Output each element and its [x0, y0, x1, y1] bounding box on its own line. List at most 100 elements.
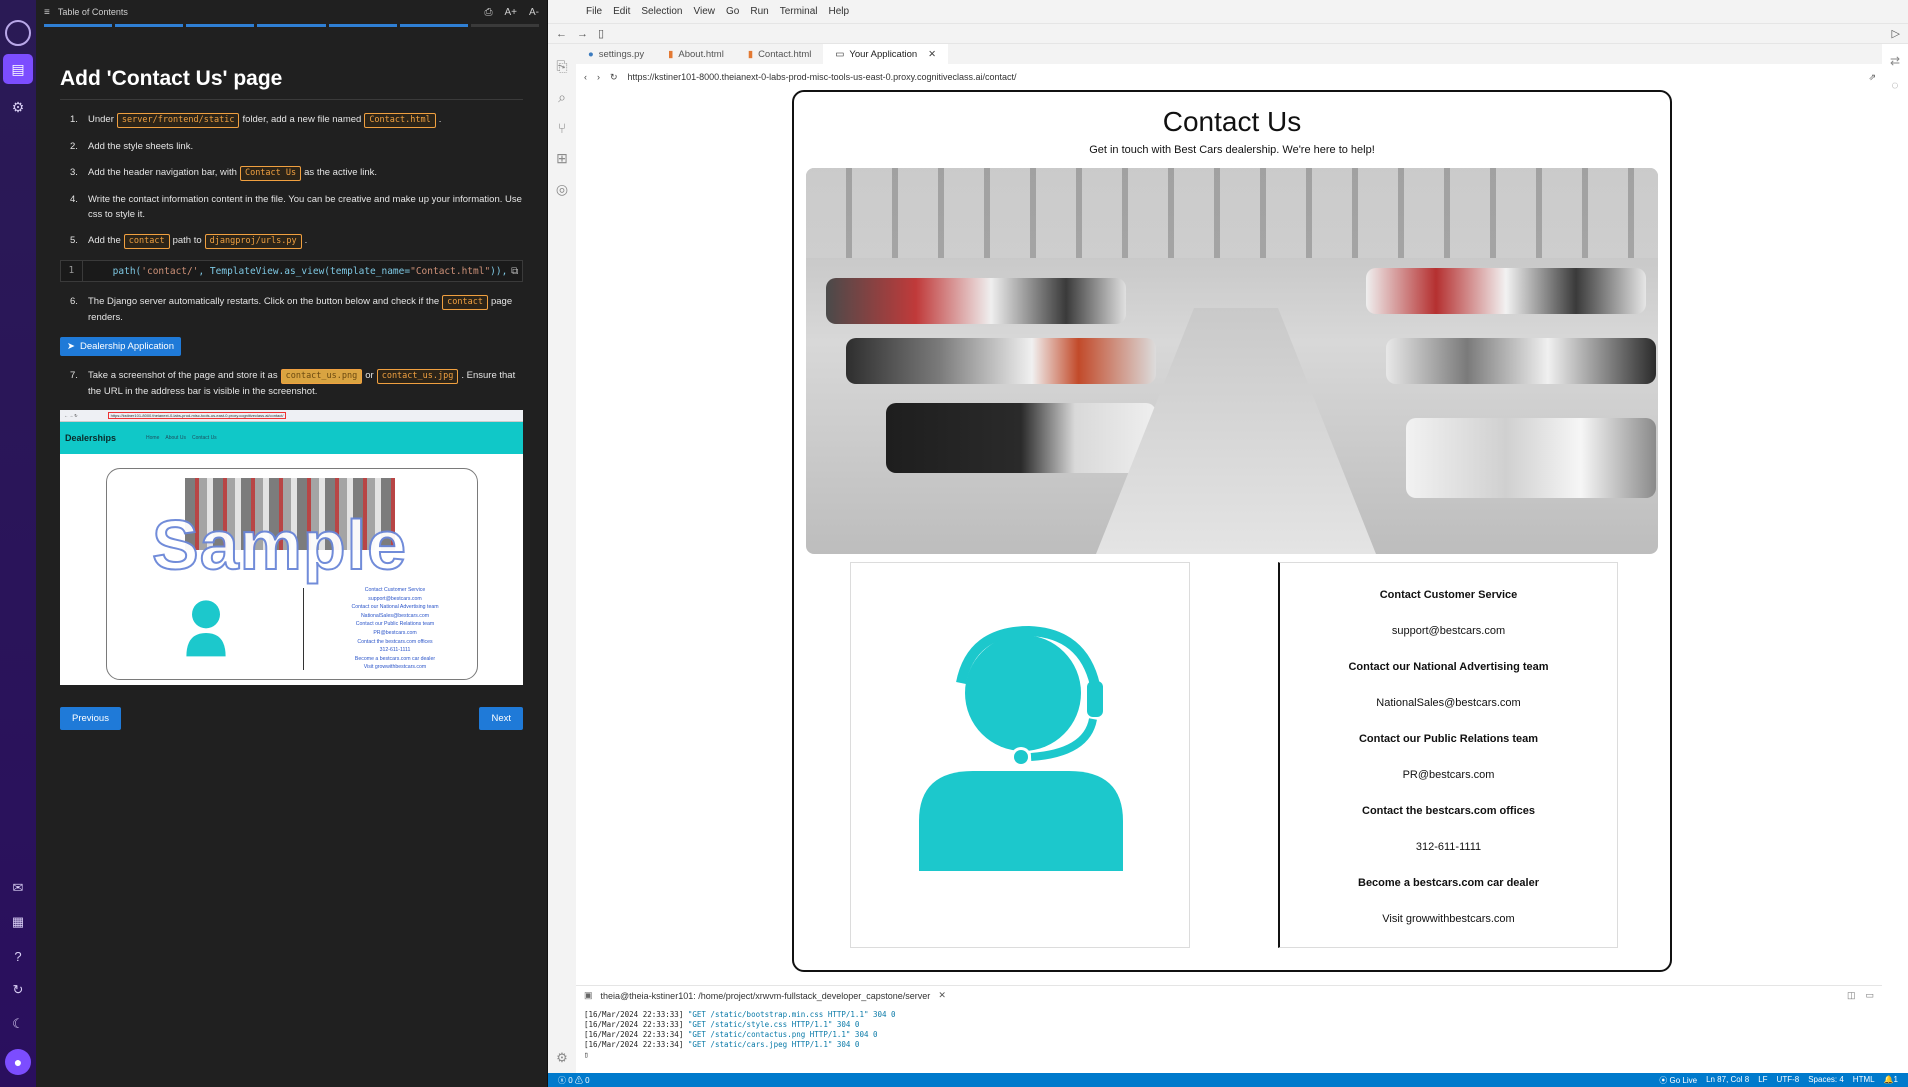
menu-edit[interactable]: Edit: [613, 6, 630, 17]
dealer-link-text: Visit growwithbestcars.com: [1382, 913, 1515, 925]
step-3: 3. Add the header navigation bar, with Co…: [70, 165, 523, 181]
preview-back-icon[interactable]: ‹: [584, 72, 587, 82]
explorer-icon[interactable]: ⎘: [556, 58, 567, 75]
cursor-position[interactable]: Ln 87, Col 8: [1706, 1075, 1749, 1086]
step-6: 6. The Django server automatically resta…: [70, 295, 513, 323]
skills-network-icon[interactable]: ◎: [556, 181, 568, 198]
maximize-panel-icon[interactable]: ▭: [1865, 990, 1874, 1001]
font-decrease-icon[interactable]: A-: [529, 7, 539, 18]
step-2: 2. Add the style sheets link.: [70, 141, 194, 152]
editor-tabs: ● settings.py ▮ About.html ▮ Contact.htm…: [576, 44, 1882, 64]
font-increase-icon[interactable]: A+: [504, 7, 517, 18]
search-icon[interactable]: ⌕: [558, 89, 566, 106]
step-4: 4. Write the contact information content …: [70, 194, 522, 220]
support-email: support@bestcars.com: [1391, 625, 1506, 637]
code-source[interactable]: path('contact/', TemplateView.as_view(te…: [83, 266, 508, 277]
menu-bar: File Edit Selection View Go Run Terminal…: [548, 0, 1908, 24]
status-bar: ⓧ 0 ⚠ 0 ⦿ Go Live Ln 87, Col 8 LF UTF-8 …: [548, 1073, 1908, 1087]
dealership-application-button[interactable]: ➤ Dealership Application: [60, 337, 181, 356]
code-inline: Contact Us: [239, 166, 302, 181]
activity-bar: ⎘ ⌕ ⑂ ⊞ ◎ ⚙: [548, 44, 576, 1074]
line-ending[interactable]: LF: [1758, 1075, 1767, 1086]
code-inline: djangproj/urls.py: [204, 234, 302, 249]
nav-toolbar: ← → ▯ ▷: [548, 24, 1908, 44]
toc-title[interactable]: Table of Contents: [58, 7, 128, 17]
sample-address-bar: ← → ↻ https://kstiner101-8000.theianext-0…: [60, 410, 523, 422]
outline-icon[interactable]: ⇄: [1890, 54, 1900, 68]
debug-icon[interactable]: ◌: [1891, 78, 1898, 92]
terminal-line: [16/Mar/2024 22:33:34] "GET /static/cars…: [584, 1040, 860, 1049]
settings-gear-icon[interactable]: ⚙: [556, 1050, 568, 1066]
sample-support-icon: [186, 600, 226, 657]
instructions-icon[interactable]: ▤: [3, 54, 33, 84]
help-icon[interactable]: ?: [3, 941, 33, 971]
menu-view[interactable]: View: [694, 6, 716, 17]
dark-mode-icon[interactable]: ☾: [3, 1009, 33, 1039]
refresh-icon[interactable]: ↻: [3, 975, 33, 1005]
step-7: 7. Take a screenshot of the page and sto…: [70, 369, 516, 397]
preview-reload-icon[interactable]: ↻: [610, 72, 618, 83]
tab-about-html[interactable]: ▮ About.html: [656, 44, 736, 64]
tab-settings-py[interactable]: ● settings.py: [576, 44, 656, 64]
terminal-line: [16/Mar/2024 22:33:33] "GET /static/boot…: [584, 1010, 896, 1019]
back-arrow-icon[interactable]: ←: [556, 28, 567, 40]
terminal-output[interactable]: [16/Mar/2024 22:33:33] "GET /static/boot…: [584, 1010, 1882, 1068]
user-avatar-icon[interactable]: ●: [5, 1049, 31, 1075]
code-inline: server/frontend/static: [116, 113, 240, 128]
language-mode[interactable]: HTML: [1853, 1075, 1875, 1086]
instructions-panel: ≡ Table of Contents ⎙ A+ A- Add 'Contact…: [36, 0, 548, 1087]
menu-help[interactable]: Help: [829, 6, 850, 17]
extensions-icon[interactable]: ⊞: [556, 150, 568, 167]
notes-icon[interactable]: ▦: [3, 907, 33, 937]
html-file-icon: ▮: [747, 48, 754, 60]
go-live-button[interactable]: ⦿ Go Live: [1659, 1075, 1697, 1086]
html-file-icon: ▮: [668, 48, 674, 60]
preview-url[interactable]: https://kstiner101-8000.theianext-0-labs…: [628, 72, 1017, 82]
next-button[interactable]: Next: [479, 707, 523, 730]
hamburger-menu-icon[interactable]: ≡: [44, 7, 50, 18]
source-control-icon[interactable]: ⑂: [558, 120, 566, 136]
inbox-icon[interactable]: ✉: [3, 873, 33, 903]
code-inline: contact_us.png: [280, 369, 363, 384]
close-terminal-icon[interactable]: ✕: [938, 990, 946, 1001]
app-logo-icon[interactable]: [5, 20, 31, 46]
menu-file[interactable]: File: [586, 6, 602, 17]
notifications-count[interactable]: 🔔1: [1884, 1075, 1898, 1086]
toggle-panel-icon[interactable]: ▷: [1892, 27, 1900, 40]
print-icon[interactable]: ⎙: [484, 7, 492, 18]
open-external-icon[interactable]: ⇗: [1868, 72, 1876, 83]
forward-arrow-icon[interactable]: →: [577, 28, 588, 40]
tab-your-application[interactable]: ▭ Your Application ✕: [823, 44, 949, 64]
menu-terminal[interactable]: Terminal: [780, 6, 818, 17]
problems-indicator[interactable]: ⓧ 0 ⚠ 0: [558, 1075, 590, 1086]
close-tab-icon[interactable]: ✕: [928, 49, 936, 60]
python-file-icon: ●: [588, 48, 594, 60]
terminal-title[interactable]: theia@theia-kstiner101: /home/project/xr…: [601, 991, 931, 1001]
indentation[interactable]: Spaces: 4: [1808, 1075, 1844, 1086]
sample-contact-info: Contact Customer Service support@bestcar…: [351, 587, 439, 671]
customer-support-icon: [919, 625, 1123, 871]
copy-icon[interactable]: ⧉: [507, 266, 522, 277]
encoding[interactable]: UTF-8: [1777, 1075, 1800, 1086]
preview-icon: ▭: [835, 48, 845, 60]
tab-contact-html[interactable]: ▮ Contact.html: [736, 44, 824, 64]
sample-navbar: Dealerships Home About Us Contact Us: [60, 422, 523, 454]
menu-selection[interactable]: Selection: [641, 6, 682, 17]
code-line-number: 1: [61, 261, 83, 281]
send-icon: ➤: [67, 341, 75, 352]
lab-tools-icon[interactable]: ⚙: [3, 92, 33, 122]
preview-forward-icon[interactable]: ›: [597, 72, 600, 82]
split-terminal-icon[interactable]: ◫: [1847, 990, 1856, 1001]
cars-lot-image: [806, 168, 1658, 554]
menu-run[interactable]: Run: [750, 6, 768, 17]
contact-title: Contact Us: [1162, 106, 1302, 137]
terminal-line: [16/Mar/2024 22:33:34] "GET /static/cont…: [584, 1030, 878, 1039]
menu-go[interactable]: Go: [726, 6, 739, 17]
terminal-icon: ▣: [584, 990, 593, 1000]
step-1: 1. Under server/frontend/static folder, ad…: [70, 112, 523, 128]
terminal-line: [16/Mar/2024 22:33:33] "GET /static/styl…: [584, 1020, 860, 1029]
pr-email: PR@bestcars.com: [1402, 769, 1495, 781]
previous-button[interactable]: Previous: [60, 707, 121, 730]
terminal-header: ▣ theia@theia-kstiner101: /home/project/…: [576, 985, 1882, 1005]
toggle-sidebar-icon[interactable]: ▯: [598, 27, 604, 40]
